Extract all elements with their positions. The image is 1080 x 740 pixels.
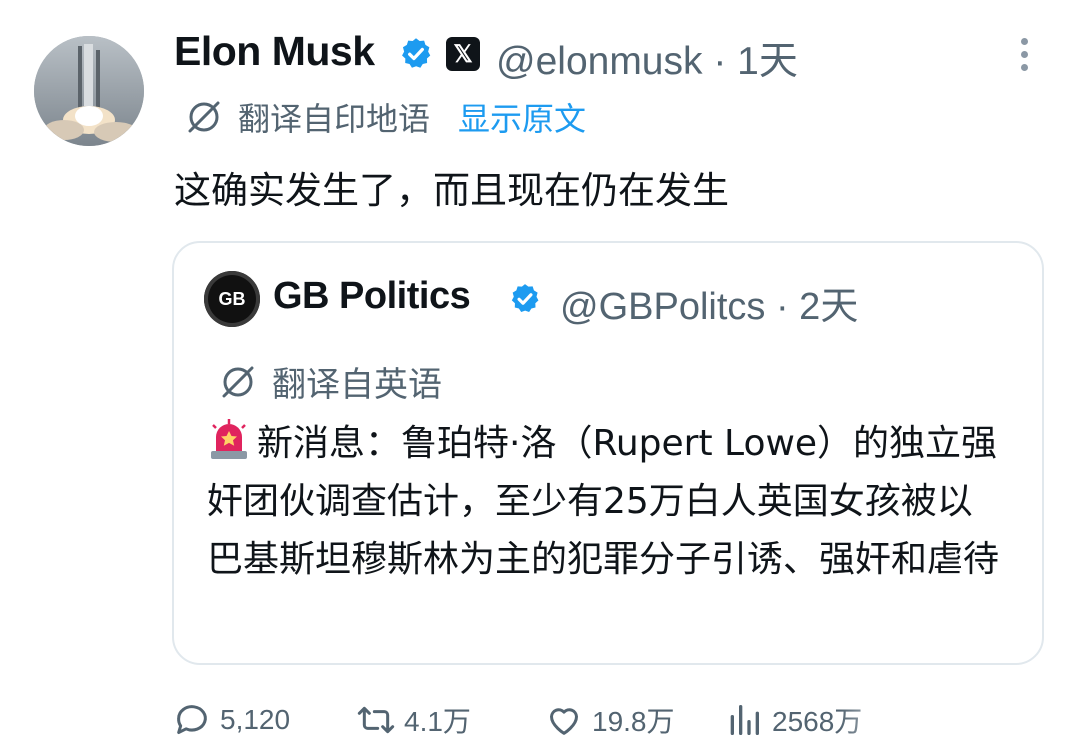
post-time[interactable]: · 1天 xyxy=(713,40,798,83)
quote-text: 新消息：鲁珀特·洛（Rupert Lowe）的独立强奸团伙调查估计，至少有25万… xyxy=(207,423,1000,580)
quote-translation-notice: 翻译自英语 xyxy=(218,357,442,406)
verified-badge-icon xyxy=(511,284,539,313)
translation-notice: 翻译自印地语 显示原文 xyxy=(184,94,586,140)
repost-icon xyxy=(357,706,395,734)
author-handle-and-time[interactable]: @elonmusk · 1天 xyxy=(496,30,798,86)
views-icon xyxy=(730,705,759,735)
like-count: 19.8万 xyxy=(592,706,675,737)
like-button[interactable]: 19.8万 xyxy=(544,700,675,740)
quote-author-name[interactable]: GB Politics xyxy=(273,275,471,318)
repost-count: 4.1万 xyxy=(404,706,471,737)
watermark-overlay xyxy=(840,690,1080,740)
quote-text-block: 新消息：鲁珀特·洛（Rupert Lowe）的独立强奸团伙调查估计，至少有25万… xyxy=(207,415,1007,589)
author-handle[interactable]: @elonmusk xyxy=(496,40,703,83)
reply-count: 5,120 xyxy=(220,704,291,735)
author-name[interactable]: Elon Musk xyxy=(174,28,375,75)
verified-badge-icon xyxy=(402,38,431,68)
quote-author-handle[interactable]: @GBPolitcs xyxy=(560,286,765,328)
quote-handle-and-time[interactable]: @GBPolitcs · 2天 xyxy=(560,275,858,330)
siren-icon xyxy=(211,419,247,459)
more-icon[interactable] xyxy=(1004,38,1044,78)
x-logo-icon: 𝕏 xyxy=(446,37,480,71)
reply-button[interactable]: 5,120 xyxy=(172,700,290,740)
reply-icon xyxy=(177,705,207,734)
show-original-link[interactable]: 显示原文 xyxy=(458,94,586,140)
like-icon xyxy=(550,708,578,735)
translation-label: 翻译自印地语 xyxy=(238,100,431,138)
post-text: 这确实发生了，而且现在仍在发生 xyxy=(174,169,729,212)
quote-author-avatar[interactable]: GB xyxy=(204,271,260,327)
author-avatar[interactable] xyxy=(34,36,144,146)
quote-translation-label: 翻译自英语 xyxy=(272,365,442,405)
translate-icon xyxy=(188,101,220,133)
quote-time[interactable]: · 2天 xyxy=(776,286,858,328)
translate-icon xyxy=(222,366,254,397)
repost-button[interactable]: 4.1万 xyxy=(356,700,471,740)
